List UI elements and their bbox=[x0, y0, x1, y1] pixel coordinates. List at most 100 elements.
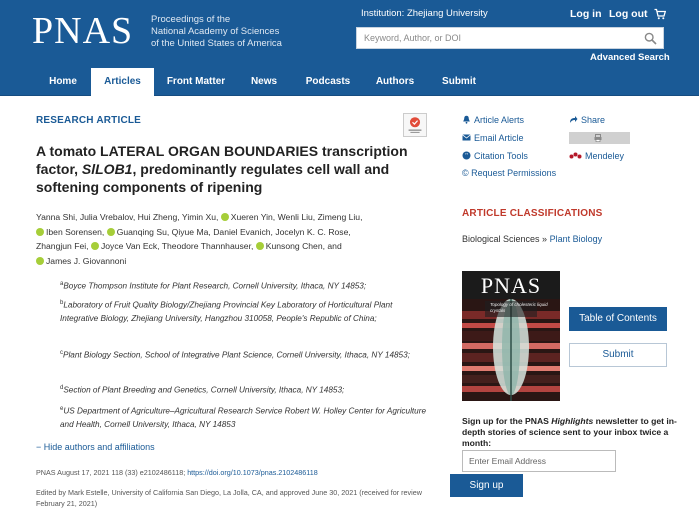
nav-authors[interactable]: Authors bbox=[371, 68, 419, 96]
login-link[interactable]: Log in bbox=[570, 8, 602, 20]
share-link[interactable]: Share bbox=[569, 115, 605, 125]
orcid-icon[interactable] bbox=[255, 242, 264, 251]
submit-button[interactable]: Submit bbox=[569, 343, 667, 367]
nav-home[interactable]: Home bbox=[38, 68, 88, 96]
email-field[interactable] bbox=[463, 451, 613, 471]
author-name[interactable]: Iben Sorensen, bbox=[46, 227, 104, 237]
orcid-icon[interactable] bbox=[90, 242, 99, 251]
envelope-icon bbox=[462, 134, 471, 141]
cover-title: PNAS bbox=[480, 273, 542, 298]
site-header: PNAS Proceedings of the National Academy… bbox=[0, 0, 699, 68]
author-conjunction: and bbox=[327, 241, 342, 252]
journal-cover-image[interactable]: PNAS Topology of cholesteric liquid crys… bbox=[462, 271, 560, 401]
affiliation-text: Section of Plant Breeding and Genetics, … bbox=[63, 385, 345, 395]
affiliation-text: Laboratory of Fruit Quality Biology/Zhej… bbox=[60, 300, 393, 323]
affiliation-text: US Department of Agriculture–Agricultura… bbox=[60, 406, 427, 429]
author-name[interactable]: Zimeng Liu, bbox=[318, 212, 363, 222]
classification-path: Biological Sciences » Plant Biology bbox=[462, 234, 602, 244]
mendeley-link[interactable]: Mendeley bbox=[569, 151, 624, 161]
check-for-updates-icon[interactable] bbox=[403, 113, 427, 137]
pnas-logo[interactable]: PNAS bbox=[32, 12, 133, 50]
tool-label: Article Alerts bbox=[474, 115, 525, 125]
quote-icon: " bbox=[462, 151, 471, 160]
classification-separator: » bbox=[539, 234, 550, 244]
author-name[interactable]: Qiyue Ma, bbox=[172, 227, 211, 237]
affiliation-text: Plant Biology Section, School of Integra… bbox=[63, 350, 410, 360]
cover-subtitle: Topology of cholesteric liquid crystals bbox=[490, 302, 548, 313]
newsletter-prompt: Sign up for the PNAS Highlights newslett… bbox=[462, 416, 684, 449]
tool-label: Email Article bbox=[474, 133, 524, 143]
article-title: A tomato LATERAL ORGAN BOUNDARIES transc… bbox=[36, 142, 426, 196]
tagline-line: of the United States of America bbox=[151, 38, 282, 49]
author-name[interactable]: Wenli Liu, bbox=[278, 212, 316, 222]
affiliation: eUS Department of Agriculture–Agricultur… bbox=[60, 403, 432, 431]
site-tagline: Proceedings of the National Academy of S… bbox=[151, 14, 282, 50]
email-field-wrapper bbox=[462, 450, 616, 472]
nav-front-matter[interactable]: Front Matter bbox=[160, 68, 232, 96]
bell-icon bbox=[463, 115, 470, 124]
author-name[interactable]: Yanna Shi, bbox=[36, 212, 77, 222]
email-article-link[interactable]: Email Article bbox=[462, 133, 524, 143]
tagline-line: National Academy of Sciences bbox=[151, 26, 280, 37]
nav-news[interactable]: News bbox=[244, 68, 284, 96]
doi-link[interactable]: https://doi.org/10.1073/pnas.2102486118 bbox=[187, 468, 318, 477]
newsletter-text: Sign up for the PNAS bbox=[462, 416, 552, 426]
title-gene-name: SlLOB1 bbox=[81, 161, 133, 177]
classification-category: Biological Sciences bbox=[462, 234, 540, 244]
author-name[interactable]: Theodore Thannhauser, bbox=[162, 241, 254, 251]
cart-icon[interactable] bbox=[654, 8, 666, 20]
tagline-line: Proceedings of the bbox=[151, 14, 231, 25]
institution-label: Institution: Zhejiang University bbox=[361, 8, 488, 19]
citation-tools-link[interactable]: " Citation Tools bbox=[462, 151, 528, 161]
edited-by-note: Edited by Mark Estelle, University of Ca… bbox=[36, 488, 422, 508]
share-icon bbox=[570, 116, 578, 123]
author-name[interactable]: Joyce Van Eck, bbox=[101, 241, 160, 251]
classifications-heading: ARTICLE CLASSIFICATIONS bbox=[462, 208, 603, 219]
affiliation: aBoyce Thompson Institute for Plant Rese… bbox=[60, 278, 432, 293]
author-name[interactable]: James J. Giovannoni bbox=[46, 256, 126, 266]
tool-label: Share bbox=[581, 115, 606, 125]
nav-podcasts[interactable]: Podcasts bbox=[300, 68, 356, 96]
logout-link[interactable]: Log out bbox=[609, 8, 647, 20]
print-icon bbox=[594, 134, 602, 142]
main-nav: Home Articles Front Matter News Podcasts… bbox=[0, 68, 699, 96]
affiliation: dSection of Plant Breeding and Genetics,… bbox=[60, 382, 432, 397]
tool-label: Citation Tools bbox=[474, 151, 528, 161]
orcid-icon[interactable] bbox=[220, 213, 229, 221]
svg-text:": " bbox=[465, 152, 468, 160]
citation-line: PNAS August 17, 2021 118 (33) e210248611… bbox=[36, 468, 318, 477]
author-name[interactable]: Zhangjun Fei, bbox=[36, 241, 89, 251]
citation-text: PNAS August 17, 2021 118 (33) e210248611… bbox=[36, 468, 188, 477]
author-name[interactable]: Hui Zheng, bbox=[138, 212, 180, 222]
search-box bbox=[356, 27, 664, 49]
orcid-icon[interactable] bbox=[36, 227, 44, 236]
author-name[interactable]: Jocelyn K. C. Rose, bbox=[275, 227, 350, 237]
orcid-icon[interactable] bbox=[36, 256, 44, 265]
table-of-contents-button[interactable]: Table of Contents bbox=[569, 307, 667, 331]
author-list: Yanna Shi, Julia Vrebalov, Hui Zheng, Yi… bbox=[36, 210, 436, 268]
newsletter-highlight: Highlights bbox=[551, 416, 594, 426]
search-input[interactable] bbox=[357, 28, 627, 48]
tool-label: Mendeley bbox=[585, 151, 625, 161]
affiliation-text: Boyce Thompson Institute for Plant Resea… bbox=[63, 281, 367, 291]
mendeley-icon bbox=[569, 152, 582, 159]
affiliation: bLaboratory of Fruit Quality Biology/Zhe… bbox=[60, 297, 432, 325]
sign-up-button[interactable]: Sign up bbox=[450, 474, 523, 497]
author-name[interactable]: Yimin Xu, bbox=[182, 212, 218, 222]
author-name[interactable]: Kunsong Chen, bbox=[266, 241, 325, 251]
search-icon[interactable] bbox=[644, 32, 657, 45]
author-name[interactable]: Daniel Evanich, bbox=[213, 227, 273, 237]
author-name[interactable]: Guanqing Su, bbox=[117, 227, 170, 237]
orcid-icon[interactable] bbox=[106, 227, 115, 236]
affiliation: cPlant Biology Section, School of Integr… bbox=[60, 347, 432, 362]
advanced-search-link[interactable]: Advanced Search bbox=[590, 52, 670, 63]
article-alerts-link[interactable]: Article Alerts bbox=[462, 115, 524, 125]
author-name[interactable]: Julia Vrebalov, bbox=[80, 212, 135, 222]
nav-submit[interactable]: Submit bbox=[437, 68, 481, 96]
author-name[interactable]: Xueren Yin, bbox=[231, 212, 275, 222]
article-type-label: RESEARCH ARTICLE bbox=[36, 115, 142, 126]
request-permissions-link[interactable]: © Request Permissions bbox=[462, 168, 556, 178]
nav-articles[interactable]: Articles bbox=[91, 68, 154, 96]
hide-authors-toggle[interactable]: − Hide authors and affiliations bbox=[36, 442, 155, 452]
classification-subcategory-link[interactable]: Plant Biology bbox=[550, 234, 603, 244]
